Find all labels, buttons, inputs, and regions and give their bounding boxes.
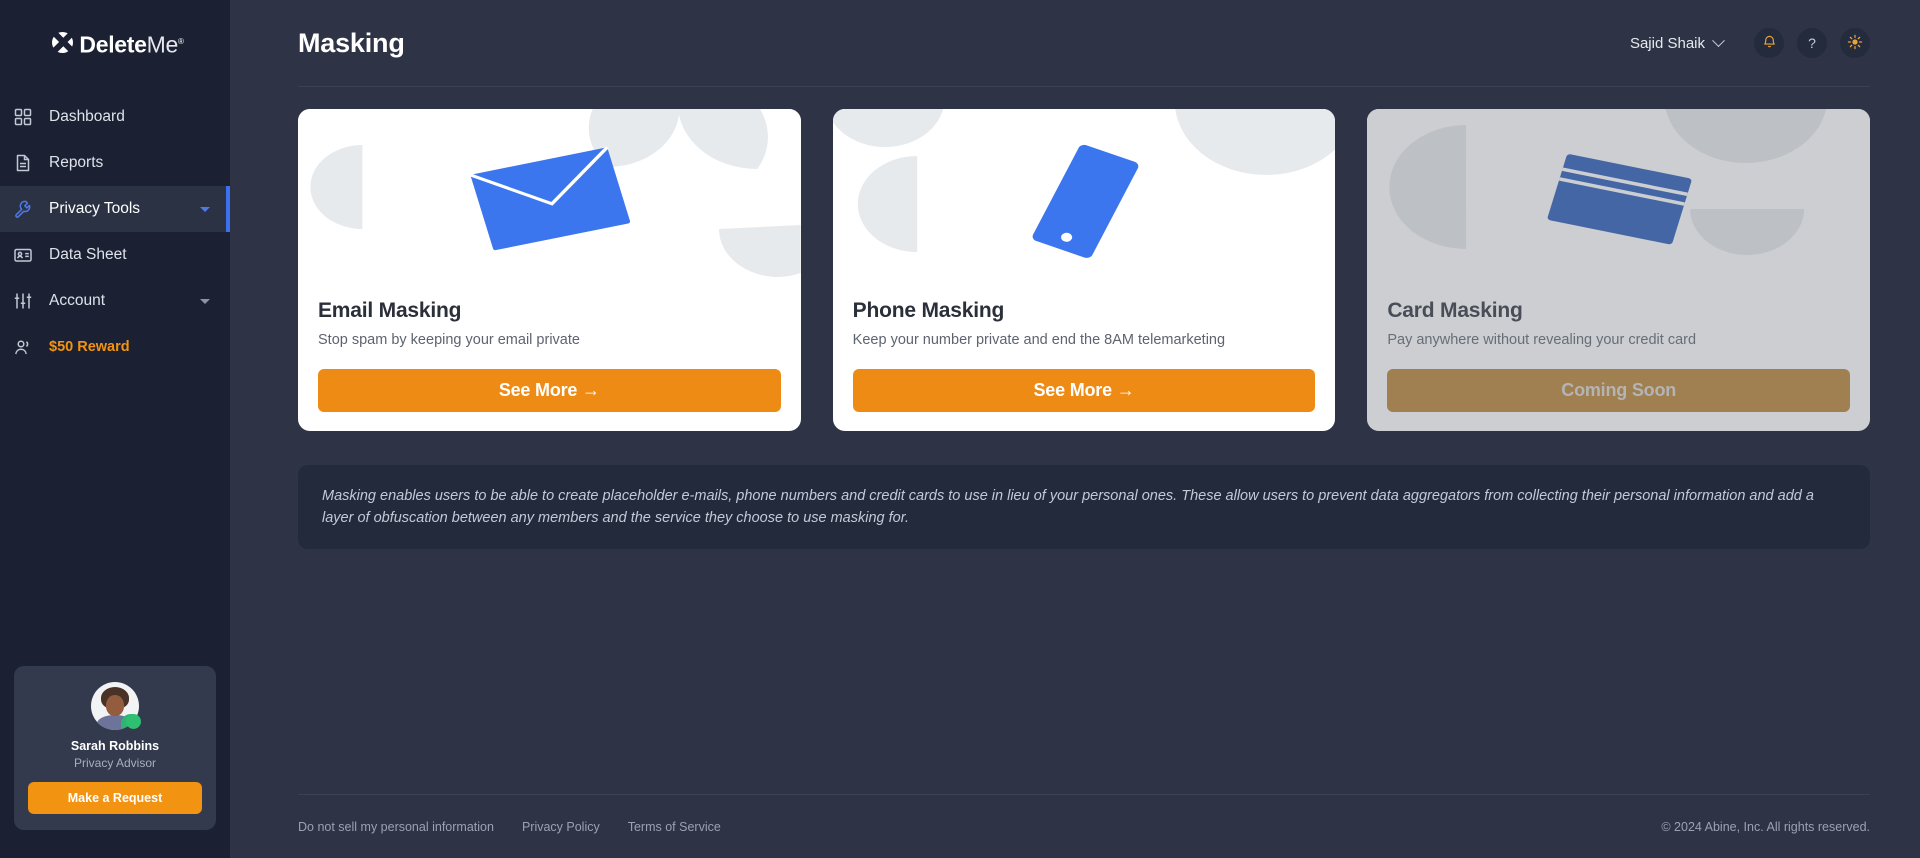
sidebar-item-label: Dashboard bbox=[49, 108, 125, 125]
brand-name: DeleteMe® bbox=[79, 28, 183, 59]
avatar bbox=[91, 682, 141, 730]
content-area: Email Masking Stop spam by keeping your … bbox=[230, 87, 1920, 549]
deleteme-x-logo-icon bbox=[52, 31, 74, 53]
footer-link-privacy-policy[interactable]: Privacy Policy bbox=[522, 820, 600, 834]
card-text: Card Masking Pay anywhere without reveal… bbox=[1367, 299, 1870, 350]
document-icon bbox=[12, 152, 34, 174]
footer: Do not sell my personal information Priv… bbox=[298, 794, 1870, 858]
card-email-masking[interactable]: Email Masking Stop spam by keeping your … bbox=[298, 109, 801, 431]
footer-link-do-not-sell[interactable]: Do not sell my personal information bbox=[298, 820, 494, 834]
see-more-button[interactable]: See More → bbox=[852, 369, 1316, 412]
card-subtitle: Keep your number private and end the 8AM… bbox=[852, 332, 1226, 348]
topbar-actions: Sajid Shaik ? bbox=[1630, 28, 1870, 58]
page-title: Masking bbox=[298, 27, 405, 58]
sidebar-item-reports[interactable]: Reports bbox=[0, 140, 230, 186]
sliders-icon bbox=[12, 290, 34, 312]
sidebar-item-label: Reports bbox=[49, 154, 104, 171]
brand-name-light: Me bbox=[146, 31, 179, 58]
sidebar-item-dashboard[interactable]: Dashboard bbox=[0, 94, 230, 140]
chevron-down-icon[interactable] bbox=[200, 206, 210, 212]
sidebar-item-label: Account bbox=[49, 292, 106, 309]
footer-links: Do not sell my personal information Priv… bbox=[298, 820, 721, 834]
bell-icon bbox=[1762, 34, 1777, 52]
card-card-masking: Card Masking Pay anywhere without reveal… bbox=[1367, 109, 1871, 431]
notifications-button[interactable] bbox=[1754, 28, 1784, 58]
help-button[interactable]: ? bbox=[1797, 28, 1827, 58]
online-status-dot-icon bbox=[126, 714, 141, 729]
sidebar-item-reward[interactable]: $50 Reward bbox=[0, 324, 230, 370]
theme-toggle-button[interactable] bbox=[1840, 28, 1870, 58]
wrench-icon bbox=[12, 198, 34, 220]
sidebar: DeleteMe® Dashboard Reports Privacy Tool… bbox=[0, 0, 230, 858]
topbar: Masking Sajid Shaik ? bbox=[230, 0, 1920, 86]
card-footer: See More → bbox=[833, 369, 1336, 431]
info-banner: Masking enables users to be able to crea… bbox=[298, 465, 1870, 549]
phone-illustration-icon bbox=[832, 109, 1336, 299]
brand-registered-mark: ® bbox=[177, 36, 184, 46]
sidebar-item-privacy-tools[interactable]: Privacy Tools bbox=[0, 186, 230, 232]
advisor-name: Sarah Robbins bbox=[70, 739, 160, 753]
credit-card-illustration-icon bbox=[1367, 109, 1871, 299]
masking-cards: Email Masking Stop spam by keeping your … bbox=[298, 109, 1871, 431]
user-menu[interactable]: Sajid Shaik bbox=[1629, 33, 1725, 52]
card-text: Phone Masking Keep your number private a… bbox=[833, 299, 1336, 350]
app-root: DeleteMe® Dashboard Reports Privacy Tool… bbox=[0, 0, 1920, 858]
see-more-button[interactable]: See More → bbox=[318, 369, 781, 412]
sidebar-nav: Dashboard Reports Privacy Tools Data She… bbox=[0, 94, 230, 370]
chevron-down-icon[interactable] bbox=[200, 298, 210, 304]
people-icon bbox=[12, 336, 34, 358]
info-banner-text: Masking enables users to be able to crea… bbox=[322, 488, 1814, 526]
card-subtitle: Pay anywhere without revealing your cred… bbox=[1387, 332, 1697, 348]
coming-soon-button: Coming Soon bbox=[1387, 369, 1851, 412]
card-title: Card Masking bbox=[1387, 299, 1523, 322]
card-footer: Coming Soon bbox=[1367, 369, 1870, 431]
brand-logo[interactable]: DeleteMe® bbox=[0, 0, 230, 86]
make-a-request-button[interactable]: Make a Request bbox=[28, 782, 202, 814]
advisor-role: Privacy Advisor bbox=[73, 756, 157, 770]
sidebar-item-label: Data Sheet bbox=[49, 246, 127, 263]
brand-name-bold: Delete bbox=[79, 31, 147, 58]
question-mark-icon: ? bbox=[1808, 35, 1816, 51]
user-name: Sajid Shaik bbox=[1629, 34, 1705, 52]
card-title: Phone Masking bbox=[852, 299, 1005, 322]
copyright-text: © 2024 Abine, Inc. All rights reserved. bbox=[1661, 819, 1870, 834]
card-title: Email Masking bbox=[318, 299, 462, 322]
sidebar-item-data-sheet[interactable]: Data Sheet bbox=[0, 232, 230, 278]
grid-icon bbox=[12, 106, 34, 128]
sidebar-item-label: $50 Reward bbox=[49, 339, 130, 355]
id-card-icon bbox=[12, 244, 34, 266]
card-footer: See More → bbox=[298, 369, 801, 431]
card-text: Email Masking Stop spam by keeping your … bbox=[298, 299, 801, 350]
sidebar-item-label: Privacy Tools bbox=[49, 200, 141, 217]
envelope-illustration-icon bbox=[298, 109, 801, 299]
card-phone-masking[interactable]: Phone Masking Keep your number private a… bbox=[832, 109, 1336, 431]
sun-icon bbox=[1847, 34, 1863, 53]
sidebar-item-account[interactable]: Account bbox=[0, 278, 230, 324]
chevron-down-icon bbox=[1712, 33, 1725, 47]
card-subtitle: Stop spam by keeping your email private bbox=[318, 332, 580, 348]
main-content: Masking Sajid Shaik ? Email Masking Stop… bbox=[230, 0, 1920, 858]
footer-link-terms-of-service[interactable]: Terms of Service bbox=[628, 820, 721, 834]
privacy-advisor-card: Sarah Robbins Privacy Advisor Make a Req… bbox=[14, 666, 216, 830]
